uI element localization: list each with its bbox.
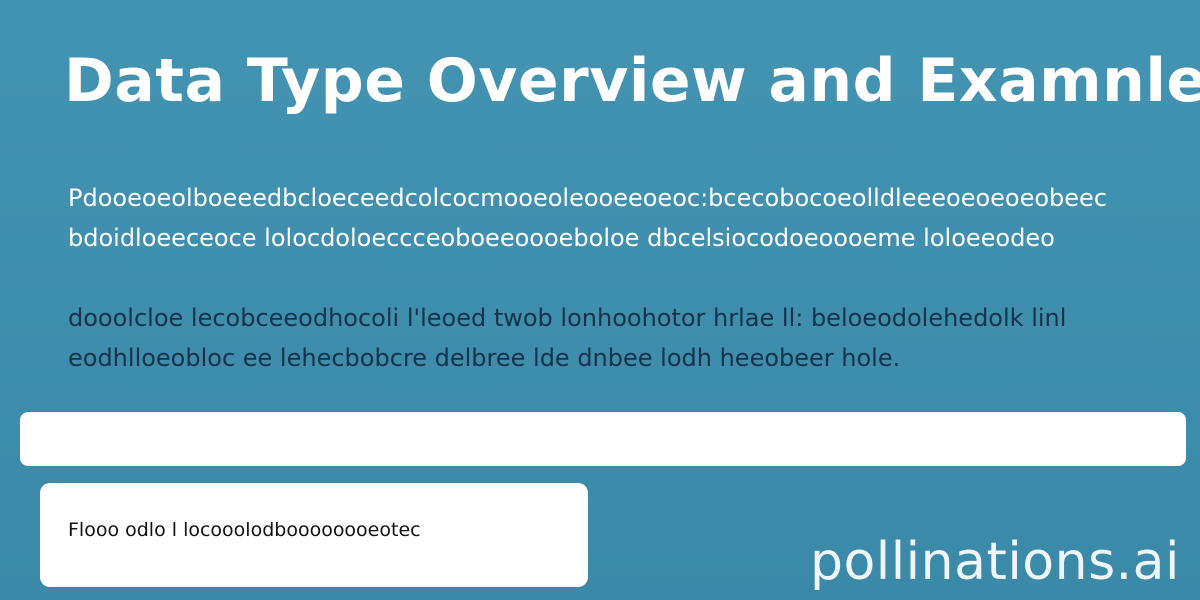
intro-paragraph: Pdooeoeolboeeedbcloeceedcolcocmooeoleooe… (68, 178, 1108, 258)
intro-line-2: bdoidloeeceoce lolocdoloeccceoboeeoooebo… (68, 224, 1055, 252)
search-input[interactable] (20, 412, 1186, 466)
example-card-text: Flooo odlo l locooolodboooooooeotec (68, 519, 421, 541)
details-paragraph: dooolcloe lecobceeodhocoli l'leoed twob … (68, 298, 1108, 378)
intro-line-1: Pdooeoeolboeeedbcloeceedcolcocmooeoleooe… (68, 184, 1108, 212)
details-line-2: eodhlloeobloc ee lehecbobcre delbree lde… (68, 344, 901, 372)
watermark-logo: pollinations.ai (809, 532, 1180, 592)
example-card[interactable]: Flooo odlo l locooolodboooooooeotec (40, 483, 588, 587)
page: Data Type Overview and Examnles Pdooeoeo… (0, 0, 1200, 600)
page-title: Data Type Overview and Examnles (64, 46, 1200, 116)
details-line-1: dooolcloe lecobceeodhocoli l'leoed twob … (68, 304, 1067, 332)
